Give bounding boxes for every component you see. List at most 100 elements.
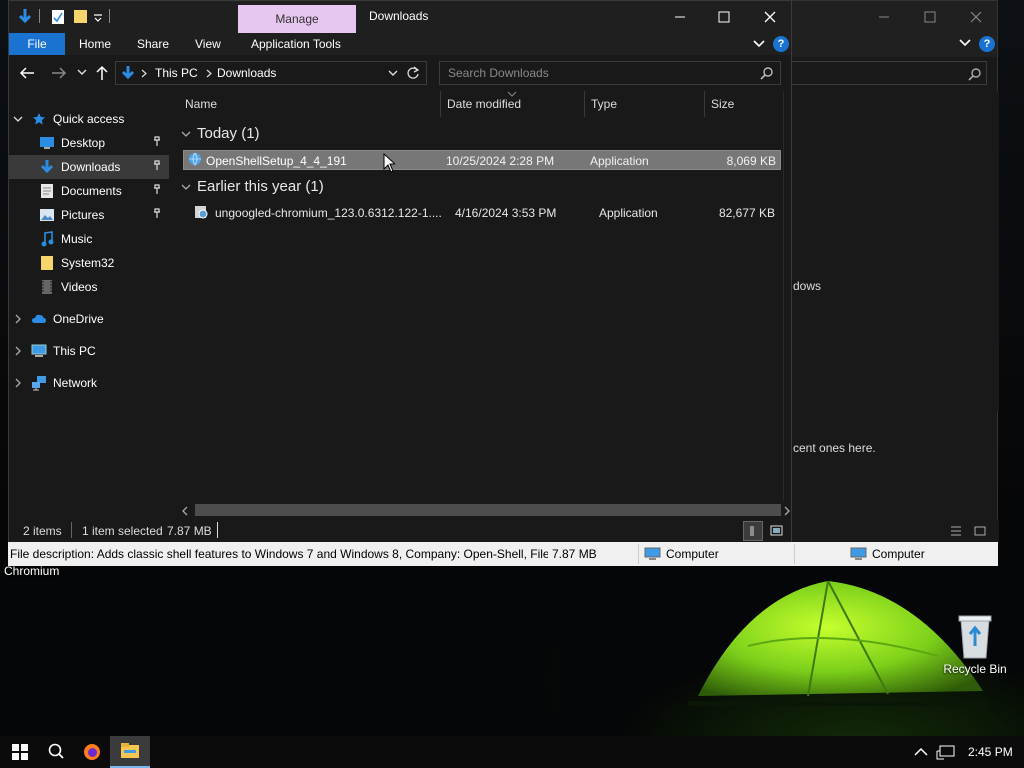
vertical-scrollbar[interactable] xyxy=(783,91,791,501)
details-view-button[interactable] xyxy=(743,521,763,541)
nav-item-system32[interactable]: System32 xyxy=(39,251,165,275)
computer-icon xyxy=(850,547,867,560)
up-arrow-icon[interactable] xyxy=(95,65,109,81)
nav-label: Documents xyxy=(61,184,122,198)
file-explorer-taskbar-button[interactable] xyxy=(110,736,150,768)
recycle-bin-shortcut[interactable]: Recycle Bin xyxy=(938,612,1012,676)
nav-item-pictures[interactable]: Pictures xyxy=(39,203,165,227)
minimize-icon[interactable] xyxy=(877,10,891,24)
chevron-right-icon[interactable] xyxy=(13,346,23,356)
nav-item-desktop[interactable]: Desktop xyxy=(39,131,165,155)
help-icon[interactable]: ? xyxy=(979,36,995,52)
group-header[interactable]: Today (1) xyxy=(197,125,260,142)
nav-onedrive[interactable]: OneDrive xyxy=(13,307,165,331)
close-icon[interactable] xyxy=(969,10,983,24)
scroll-left-icon[interactable] xyxy=(181,506,189,516)
properties-icon[interactable] xyxy=(51,9,65,25)
file-row[interactable]: ungoogled-chromium_123.0.6312.122-1.... … xyxy=(183,203,779,223)
nav-item-videos[interactable]: Videos xyxy=(39,275,165,299)
download-icon xyxy=(18,9,32,24)
pin-icon[interactable] xyxy=(151,203,163,227)
maximize-icon[interactable] xyxy=(923,10,937,24)
nav-item-documents[interactable]: Documents xyxy=(39,179,165,203)
nav-this-pc[interactable]: This PC xyxy=(13,339,165,363)
column-header-date[interactable]: Date modified xyxy=(441,91,585,117)
nav-label: System32 xyxy=(61,256,115,270)
breadcrumb-this-pc[interactable]: This PC xyxy=(155,66,198,80)
large-icons-view-icon[interactable] xyxy=(973,524,987,538)
search-input[interactable]: Search Downloads xyxy=(439,61,781,85)
file-description-text: File description: Adds classic shell fea… xyxy=(10,547,566,561)
network-icon[interactable] xyxy=(936,745,956,761)
nav-label: Quick access xyxy=(53,112,125,126)
nav-network[interactable]: Network xyxy=(13,371,165,395)
minimize-icon[interactable] xyxy=(673,10,687,24)
chevron-right-icon[interactable] xyxy=(13,378,23,388)
column-header-size[interactable]: Size xyxy=(705,91,785,117)
column-header-name[interactable]: Name xyxy=(179,91,441,117)
refresh-icon[interactable] xyxy=(406,66,420,80)
chevron-down-icon[interactable] xyxy=(181,182,191,192)
file-explorer-icon xyxy=(121,743,139,758)
search-button[interactable] xyxy=(36,736,76,768)
file-size: 82,677 KB xyxy=(718,206,775,220)
firefox-icon xyxy=(84,744,100,760)
file-date: 4/16/2024 3:53 PM xyxy=(455,206,557,220)
nav-label: Videos xyxy=(61,280,98,294)
chevron-right-icon xyxy=(141,69,147,78)
pin-icon[interactable] xyxy=(151,155,163,179)
file-list: Name Date modified Type Size Today (1) O… xyxy=(173,91,791,519)
chevron-right-icon[interactable] xyxy=(13,314,23,324)
maximize-icon[interactable] xyxy=(717,10,731,24)
selection-size: 7.87 MB xyxy=(167,524,212,538)
nav-label: Pictures xyxy=(61,208,105,222)
horizontal-scrollbar[interactable] xyxy=(179,501,791,519)
pin-icon[interactable] xyxy=(151,179,163,203)
nav-item-downloads[interactable]: Downloads xyxy=(9,155,169,179)
forward-arrow-icon[interactable] xyxy=(51,66,67,80)
file-row-selected[interactable]: OpenShellSetup_4_4_191 10/25/2024 2:28 P… xyxy=(183,150,781,170)
column-header-type[interactable]: Type xyxy=(585,91,705,117)
clock[interactable]: 2:45 PM xyxy=(968,745,1013,759)
help-icon[interactable]: ? xyxy=(773,36,789,52)
file-name: OpenShellSetup_4_4_191 xyxy=(206,154,347,168)
tab-application-tools[interactable]: Application Tools xyxy=(241,33,351,55)
location-computer: Computer xyxy=(666,547,719,561)
chevron-down-icon[interactable] xyxy=(13,114,23,124)
tab-share[interactable]: Share xyxy=(127,33,179,55)
chevron-down-icon[interactable] xyxy=(753,39,765,49)
chevron-down-icon[interactable] xyxy=(93,13,103,23)
address-box[interactable]: This PC Downloads xyxy=(115,61,427,85)
large-icons-view-icon[interactable] xyxy=(769,524,785,538)
nav-quick-access[interactable]: Quick access xyxy=(13,107,165,131)
show-hidden-icons-icon[interactable] xyxy=(914,747,928,757)
search-icon[interactable] xyxy=(760,66,774,80)
tab-file[interactable]: File xyxy=(9,33,65,55)
chevron-down-icon[interactable] xyxy=(388,70,398,78)
background-search-box[interactable] xyxy=(791,61,987,85)
chevron-down-icon[interactable] xyxy=(959,38,971,48)
item-count: 2 items xyxy=(23,524,62,538)
back-arrow-icon[interactable] xyxy=(19,66,35,80)
start-button[interactable] xyxy=(0,736,40,768)
close-icon[interactable] xyxy=(763,10,777,24)
separator xyxy=(794,544,795,564)
nav-item-music[interactable]: Music xyxy=(39,227,165,251)
explorer-window[interactable]: Manage Downloads File Home Share View Ap… xyxy=(8,0,792,566)
scrollbar-thumb[interactable] xyxy=(195,504,781,516)
background-text-fragment: dows xyxy=(793,279,822,293)
details-view-icon[interactable] xyxy=(949,524,963,538)
group-header[interactable]: Earlier this year (1) xyxy=(197,178,324,195)
tab-home[interactable]: Home xyxy=(69,33,121,55)
tab-view[interactable]: View xyxy=(185,33,231,55)
background-statusbar xyxy=(793,519,999,543)
scroll-right-icon[interactable] xyxy=(783,506,791,516)
tab-manage-context[interactable]: Manage xyxy=(238,5,356,33)
chevron-down-icon[interactable] xyxy=(181,129,191,139)
chromium-desktop-label[interactable]: Chromium xyxy=(4,564,78,578)
breadcrumb-downloads[interactable]: Downloads xyxy=(217,66,276,80)
recent-locations-chevron-icon[interactable] xyxy=(77,69,87,77)
firefox-taskbar-button[interactable] xyxy=(72,736,112,768)
new-folder-icon[interactable] xyxy=(73,8,89,24)
pin-icon[interactable] xyxy=(151,131,163,155)
